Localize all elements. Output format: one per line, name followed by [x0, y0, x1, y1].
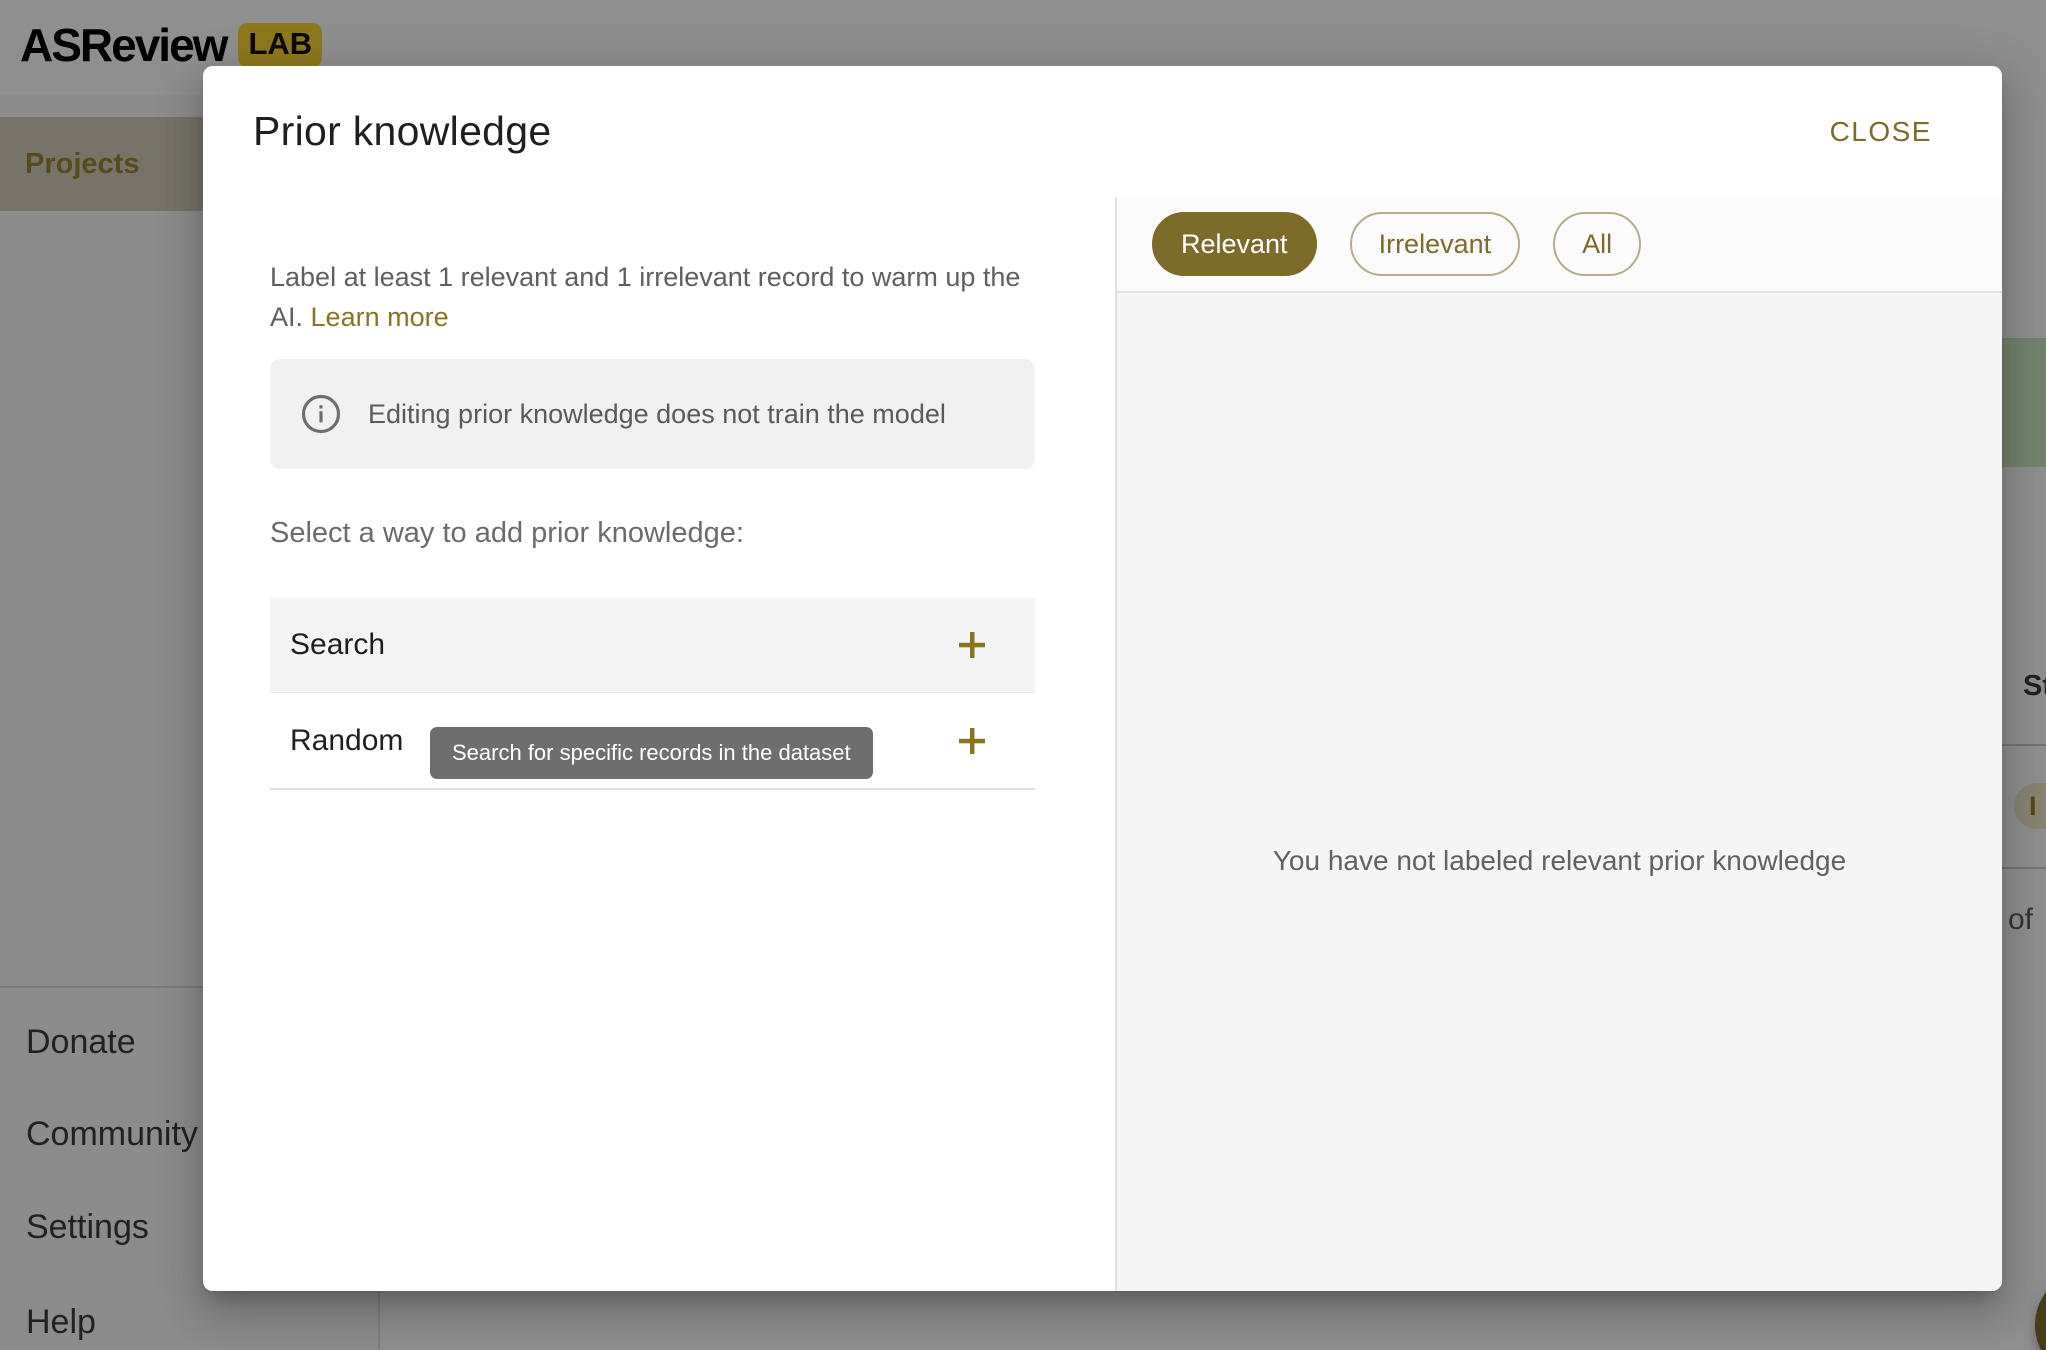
intro-text: Label at least 1 relevant and 1 irreleva…: [270, 257, 1035, 337]
prior-knowledge-dialog: Prior knowledge CLOSE Label at least 1 r…: [203, 66, 2002, 1291]
filter-chip-irrelevant[interactable]: Irrelevant: [1350, 212, 1521, 276]
info-note: Editing prior knowledge does not train t…: [270, 359, 1035, 469]
add-random-button[interactable]: [951, 720, 993, 762]
filter-chip-all[interactable]: All: [1553, 212, 1641, 276]
method-label: Random: [290, 724, 403, 758]
info-icon: [300, 393, 342, 435]
select-prompt: Select a way to add prior knowledge:: [270, 517, 1035, 550]
filter-chip-relevant[interactable]: Relevant: [1152, 212, 1317, 276]
search-tooltip: Search for specific records in the datas…: [430, 727, 873, 779]
dialog-body: Label at least 1 relevant and 1 irreleva…: [203, 197, 2002, 1291]
plus-icon: [957, 726, 987, 756]
empty-state-message: You have not labeled relevant prior know…: [1117, 845, 2002, 877]
method-list: Search Random: [270, 598, 1035, 790]
labeled-records-panel: Relevant Irrelevant All You have not lab…: [1117, 197, 2002, 1291]
add-search-button[interactable]: [951, 624, 993, 666]
add-prior-panel: Label at least 1 relevant and 1 irreleva…: [203, 197, 1115, 1291]
info-note-text: Editing prior knowledge does not train t…: [368, 399, 946, 430]
close-button[interactable]: CLOSE: [1808, 106, 1954, 158]
learn-more-link[interactable]: Learn more: [311, 302, 449, 332]
plus-icon: [957, 630, 987, 660]
screen: ASReview LAB Projects Donate Community S…: [0, 0, 2046, 1350]
method-row-search[interactable]: Search: [270, 598, 1035, 693]
dialog-header: Prior knowledge CLOSE: [203, 66, 2002, 197]
dialog-title: Prior knowledge: [253, 108, 552, 155]
filter-chips-bar: Relevant Irrelevant All: [1117, 197, 2002, 293]
method-label: Search: [290, 628, 385, 662]
